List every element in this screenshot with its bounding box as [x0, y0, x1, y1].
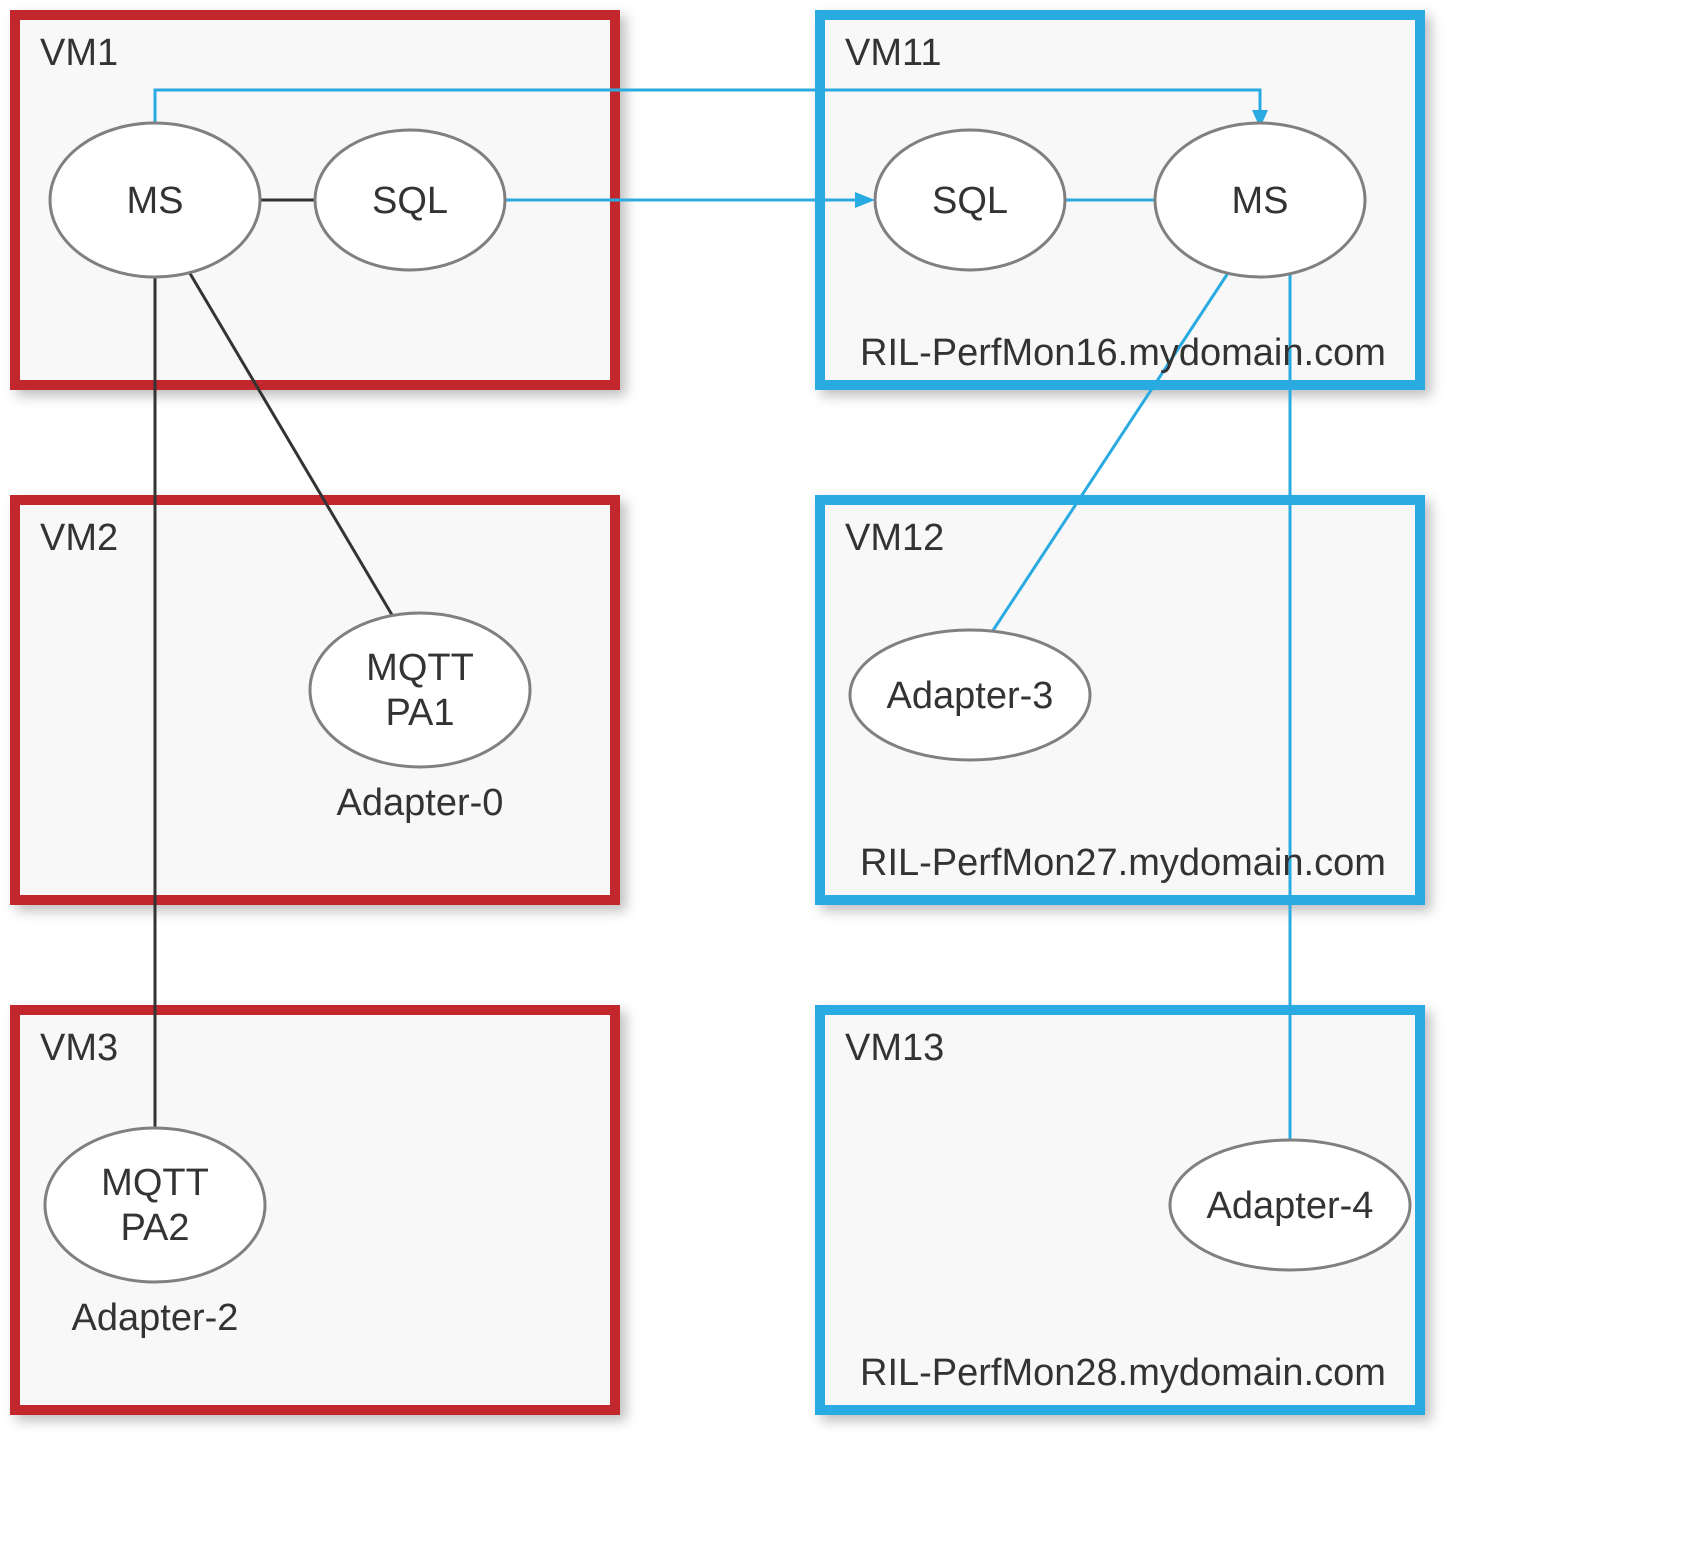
vm12-title: VM12 — [845, 517, 944, 559]
mqtt-pa2-line2: PA2 — [120, 1207, 189, 1249]
vm3-title: VM3 — [40, 1027, 118, 1069]
adapter3-label: Adapter-3 — [887, 675, 1054, 717]
mqtt-pa2-line1: MQTT — [101, 1162, 209, 1204]
mqtt-pa2-caption: Adapter-2 — [72, 1297, 239, 1339]
ms-left-label: MS — [127, 180, 184, 222]
vm1-title: VM1 — [40, 32, 118, 74]
vm13-title: VM13 — [845, 1027, 944, 1069]
vm13-subtitle: RIL-PerfMon28.mydomain.com — [860, 1352, 1386, 1394]
deployment-diagram: VM1 VM2 VM3 VM11 VM12 VM13 RIL-PerfMon16… — [0, 0, 1683, 1565]
node-mqtt-pa2 — [45, 1128, 265, 1282]
vm11-subtitle: RIL-PerfMon16.mydomain.com — [860, 332, 1386, 374]
sql-left-label: SQL — [372, 180, 448, 222]
mqtt-pa1-line2: PA1 — [385, 692, 454, 734]
vm12-subtitle: RIL-PerfMon27.mydomain.com — [860, 842, 1386, 884]
vm11-title: VM11 — [845, 32, 941, 74]
vm2-title: VM2 — [40, 517, 118, 559]
sql-right-label: SQL — [932, 180, 1008, 222]
mqtt-pa1-caption: Adapter-0 — [337, 782, 504, 824]
ms-right-label: MS — [1232, 180, 1289, 222]
mqtt-pa1-line1: MQTT — [366, 647, 474, 689]
node-mqtt-pa1 — [310, 613, 530, 767]
adapter4-label: Adapter-4 — [1207, 1185, 1374, 1227]
